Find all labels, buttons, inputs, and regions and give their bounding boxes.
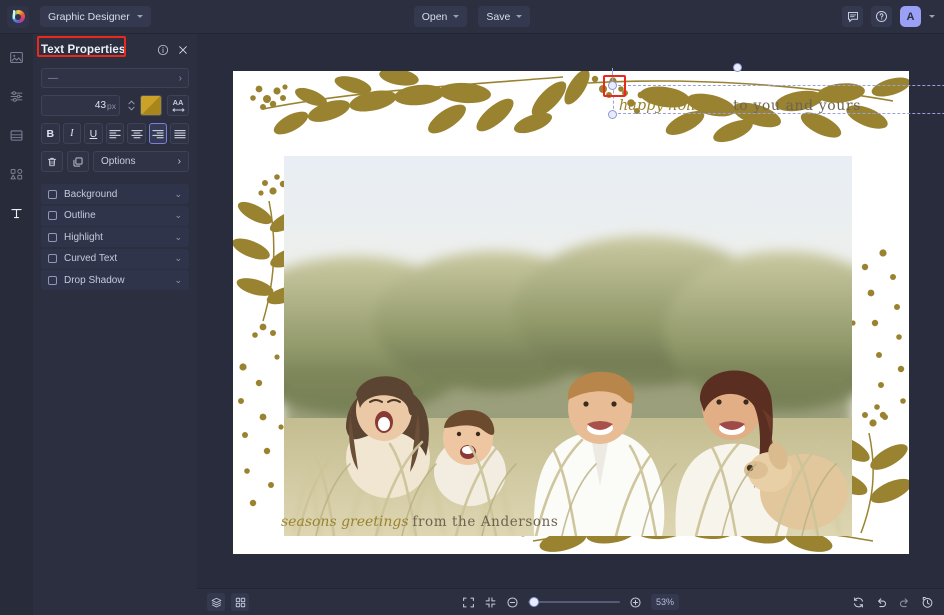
chevron-down-icon: ⌄ — [174, 274, 182, 285]
text-color-swatch[interactable] — [140, 95, 162, 116]
text-actions-row: Options › — [41, 151, 189, 172]
accordion-label: Curved Text — [64, 253, 118, 264]
underline-label: U — [89, 127, 98, 140]
top-bar-center-actions: Open Save — [0, 6, 944, 27]
trash-icon[interactable] — [41, 151, 63, 172]
canvas-area[interactable]: happy holidays to you and yours seasons … — [197, 34, 944, 588]
collapse-screen-icon[interactable] — [484, 596, 497, 609]
family-photo[interactable] — [284, 156, 852, 536]
bold-label: B — [46, 127, 55, 140]
handle-bottom-left[interactable] — [608, 110, 617, 119]
options-label: Options — [101, 156, 136, 167]
save-button[interactable]: Save — [478, 6, 531, 27]
card-text-bottom[interactable]: seasons greetings from the Andersons — [281, 514, 558, 530]
checkbox[interactable] — [48, 232, 57, 242]
checkbox[interactable] — [48, 275, 57, 285]
accordion-background[interactable]: Background ⌄ — [41, 184, 189, 204]
open-button-label: Open — [421, 10, 448, 23]
chevron-down-icon: ⌄ — [174, 253, 182, 263]
accordion-label: Background — [64, 188, 118, 200]
zoom-in-icon[interactable] — [629, 596, 642, 609]
save-button-label: Save — [486, 10, 511, 23]
text-style-toolbar: B I U — [41, 123, 190, 144]
design-card[interactable]: happy holidays to you and yours seasons … — [233, 71, 909, 554]
app-root: Graphic Designer Open Save A Text Proper… — [0, 0, 944, 615]
sidebar-item-elements[interactable] — [6, 163, 28, 185]
align-justify-icon[interactable] — [170, 123, 190, 144]
accordion-highlight[interactable]: Highlight ⌄ — [41, 227, 189, 247]
font-size-row: 43 px AA — [41, 95, 189, 116]
letter-spacing-aa-icon[interactable]: AA — [167, 95, 189, 116]
sidebar-item-image[interactable] — [6, 46, 28, 68]
chevron-down-icon: ⌄ — [174, 188, 182, 199]
checkbox[interactable] — [48, 211, 57, 220]
accordion-label: Drop Shadow — [64, 274, 125, 286]
chevron-right-icon: › — [178, 72, 182, 84]
left-tool-rail — [0, 34, 33, 615]
bottom-bar: 53% — [197, 588, 944, 615]
chevron-down-icon — [516, 15, 523, 18]
chevron-down-icon: ⌄ — [174, 231, 182, 242]
info-icon[interactable] — [157, 44, 169, 56]
rotate-handle[interactable] — [733, 63, 742, 72]
open-button[interactable]: Open — [413, 6, 468, 27]
top-bar: Graphic Designer Open Save A — [0, 0, 944, 34]
underline-button[interactable]: U — [84, 123, 103, 144]
font-size-input[interactable]: 43 px — [41, 95, 120, 116]
accordion-outline[interactable]: Outline ⌄ — [41, 205, 189, 226]
accordion-curved-text[interactable]: Curved Text ⌄ — [41, 248, 189, 269]
accordion-drop-shadow[interactable]: Drop Shadow ⌄ — [41, 270, 189, 290]
align-left-icon[interactable] — [105, 123, 125, 144]
sidebar-item-text[interactable] — [6, 202, 28, 224]
text-properties-panel: Text Properties — › 43 px AA B I U Optio… — [33, 34, 197, 615]
zoom-level-value[interactable]: 53% — [650, 594, 679, 610]
chevron-down-icon: ⌄ — [174, 210, 182, 220]
font-family-select[interactable]: — › — [41, 68, 189, 88]
font-size-value: 43 — [94, 100, 107, 111]
chevron-right-icon: › — [177, 156, 181, 167]
font-size-unit: px — [107, 100, 116, 111]
zoom-out-icon[interactable] — [506, 596, 519, 609]
aa-glyph: AA — [172, 98, 184, 108]
align-right-icon[interactable] — [148, 123, 168, 144]
sidebar-item-adjust[interactable] — [6, 85, 28, 107]
sidebar-item-layout[interactable] — [6, 124, 28, 146]
zoom-slider-track — [527, 601, 620, 603]
align-center-icon[interactable] — [127, 123, 146, 144]
close-icon[interactable] — [177, 44, 189, 56]
panel-header: Text Properties — [37, 34, 189, 66]
accordion-label: Outline — [64, 210, 96, 221]
font-size-stepper[interactable] — [128, 95, 135, 116]
chevron-down-icon — [453, 15, 460, 18]
italic-label: I — [70, 128, 74, 139]
bold-button[interactable]: B — [41, 123, 60, 144]
text-effects-list: Background ⌄ Outline ⌄ Highlight ⌄ Curve… — [41, 184, 189, 290]
checkbox[interactable] — [48, 189, 57, 199]
italic-button[interactable]: I — [62, 123, 82, 144]
font-family-value: — — [48, 72, 58, 84]
duplicate-icon[interactable] — [67, 151, 89, 172]
page-title: Text Properties — [41, 44, 126, 56]
options-button[interactable]: Options › — [93, 151, 189, 172]
card-text-bottom-serif: from the Andersons — [412, 514, 559, 530]
text-selection-box — [613, 85, 944, 114]
handle-top-left[interactable] — [608, 81, 617, 90]
checkbox[interactable] — [48, 254, 57, 263]
card-text-bottom-script: seasons greetings — [281, 514, 409, 530]
zoom-slider-knob[interactable] — [528, 597, 539, 607]
fit-screen-icon[interactable] — [462, 596, 475, 609]
zoom-slider[interactable] — [527, 597, 620, 607]
accordion-label: Highlight — [64, 231, 103, 243]
